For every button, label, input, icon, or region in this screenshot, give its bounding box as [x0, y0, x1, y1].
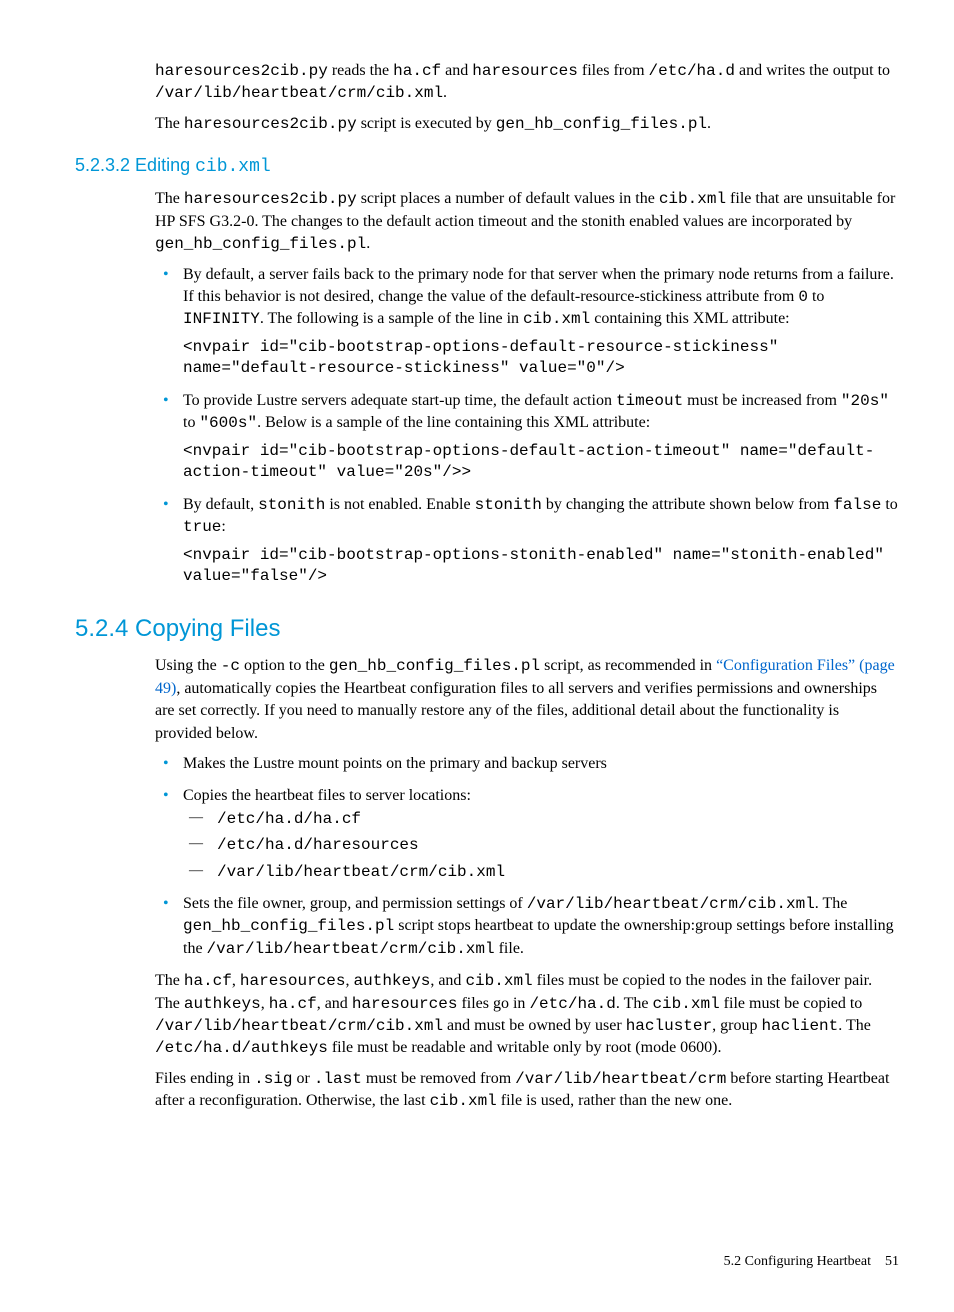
code-text: stonith — [475, 496, 542, 514]
dash-list: /etc/ha.d/ha.cf /etc/ha.d/haresources /v… — [183, 808, 899, 883]
code-text: cib.xml — [430, 1092, 497, 1110]
code-block: <nvpair id="cib-bootstrap-options-stonit… — [183, 545, 899, 588]
code-text: haresources — [240, 972, 346, 990]
code-text: 0 — [798, 288, 808, 306]
code-text: cib.xml — [465, 972, 532, 990]
code-text: authkeys — [354, 972, 431, 990]
code-text: haresources — [352, 995, 458, 1013]
code-text: haresources2cib.py — [184, 115, 357, 133]
list-item: /var/lib/heartbeat/crm/cib.xml — [183, 861, 899, 883]
list-item: Sets the file owner, group, and permissi… — [155, 893, 899, 960]
code-text: /var/lib/heartbeat/crm — [515, 1070, 726, 1088]
code-text: -c — [221, 657, 240, 675]
page-number: 51 — [885, 1254, 899, 1269]
list-item: Makes the Lustre mount points on the pri… — [155, 753, 899, 775]
footer-section: 5.2 Configuring Heartbeat — [724, 1254, 871, 1269]
list-item: By default, stonith is not enabled. Enab… — [155, 494, 899, 588]
section-5232-paragraph: The haresources2cib.py script places a n… — [155, 188, 899, 255]
code-text: stonith — [258, 496, 325, 514]
bullet-list-5232: By default, a server fails back to the p… — [155, 264, 899, 588]
list-item: By default, a server fails back to the p… — [155, 264, 899, 380]
code-text: /var/lib/heartbeat/crm/cib.xml — [527, 895, 815, 913]
code-text: /etc/ha.d/haresources — [217, 836, 419, 854]
code-text: haclient — [761, 1017, 838, 1035]
heading-5232: 5.2.3.2 Editing cib.xml — [75, 153, 899, 180]
code-text: cib.xml — [195, 157, 271, 177]
code-text: .sig — [254, 1070, 292, 1088]
code-text: ha.cf — [184, 972, 232, 990]
code-text: cib.xml — [523, 310, 590, 328]
code-text: .last — [314, 1070, 362, 1088]
code-text: authkeys — [184, 995, 261, 1013]
code-text: /etc/ha.d — [649, 62, 735, 80]
code-text: true — [183, 518, 221, 536]
code-text: gen_hb_config_files.pl — [329, 657, 540, 675]
code-block: <nvpair id="cib-bootstrap-options-defaul… — [183, 337, 899, 380]
code-text: /etc/ha.d/authkeys — [155, 1039, 328, 1057]
code-text: /etc/ha.d — [529, 995, 615, 1013]
code-text: hacluster — [626, 1017, 712, 1035]
code-text: ha.cf — [269, 995, 317, 1013]
list-item: To provide Lustre servers adequate start… — [155, 390, 899, 484]
code-text: cib.xml — [652, 995, 719, 1013]
code-text: gen_hb_config_files.pl — [183, 917, 394, 935]
code-text: haresources2cib.py — [184, 190, 357, 208]
code-text: INFINITY — [183, 310, 260, 328]
intro-paragraph-2: The haresources2cib.py script is execute… — [155, 113, 899, 135]
heading-524: 5.2.4 Copying Files — [75, 612, 899, 646]
code-text: /var/lib/heartbeat/crm/cib.xml — [155, 84, 443, 102]
section-524-paragraph-2: The ha.cf, haresources, authkeys, and ci… — [155, 970, 899, 1060]
section-524-paragraph-3: Files ending in .sig or .last must be re… — [155, 1068, 899, 1113]
code-text: gen_hb_config_files.pl — [496, 115, 707, 133]
code-text: /var/lib/heartbeat/crm/cib.xml — [207, 940, 495, 958]
list-item: /etc/ha.d/ha.cf — [183, 808, 899, 830]
code-text: timeout — [616, 392, 683, 410]
intro-paragraph-1: haresources2cib.py reads the ha.cf and h… — [155, 60, 899, 105]
page-content: haresources2cib.py reads the ha.cf and h… — [155, 60, 899, 1112]
code-text: /var/lib/heartbeat/crm/cib.xml — [155, 1017, 443, 1035]
code-text: cib.xml — [659, 190, 726, 208]
code-text: /var/lib/heartbeat/crm/cib.xml — [217, 863, 505, 881]
code-text: ha.cf — [393, 62, 441, 80]
page-footer: 5.2 Configuring Heartbeat 51 — [75, 1252, 899, 1272]
bullet-list-524: Makes the Lustre mount points on the pri… — [155, 753, 899, 960]
code-text: haresources — [472, 62, 578, 80]
list-item: Copies the heartbeat files to server loc… — [155, 785, 899, 883]
code-text: "600s" — [199, 414, 257, 432]
code-text: haresources2cib.py — [155, 62, 328, 80]
code-text: "20s" — [841, 392, 889, 410]
list-item: /etc/ha.d/haresources — [183, 834, 899, 856]
code-text: false — [833, 496, 881, 514]
section-524-paragraph-1: Using the -c option to the gen_hb_config… — [155, 655, 899, 745]
code-text: gen_hb_config_files.pl — [155, 235, 366, 253]
code-block: <nvpair id="cib-bootstrap-options-defaul… — [183, 441, 899, 484]
code-text: /etc/ha.d/ha.cf — [217, 810, 361, 828]
